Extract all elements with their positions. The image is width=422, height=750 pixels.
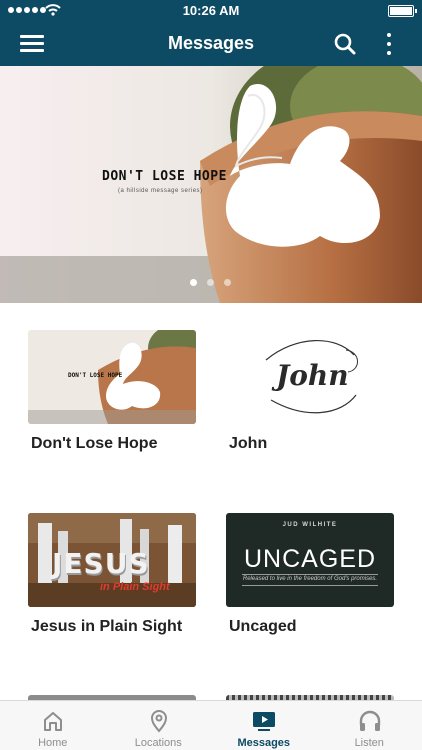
- series-art-text: JESUS: [52, 547, 150, 580]
- series-title: John: [229, 435, 268, 452]
- tab-locations[interactable]: Locations: [106, 701, 212, 750]
- tab-label: Listen: [354, 737, 384, 749]
- series-thumbnail: JESUS in Plain Sight: [28, 513, 196, 607]
- tab-label: Home: [38, 737, 68, 749]
- hero-artwork: [0, 66, 422, 303]
- tab-label: Messages: [237, 737, 291, 749]
- headphones-icon: [359, 710, 380, 731]
- home-icon: [44, 712, 62, 731]
- series-card[interactable]: DON'T LOSE HOPE Don't Lose Hope: [28, 330, 196, 453]
- map-pin-icon: [150, 710, 167, 733]
- series-title: Don't Lose Hope: [31, 435, 158, 452]
- status-bar: 10:26 AM: [0, 0, 422, 22]
- series-thumbnail: John: [226, 330, 394, 424]
- series-title: Uncaged: [229, 618, 297, 635]
- series-art-text: UNCAGED: [243, 545, 376, 573]
- tab-messages[interactable]: Messages: [211, 701, 317, 750]
- hero-subtitle: (a hillside message series): [118, 188, 203, 194]
- more-options-icon[interactable]: [384, 30, 394, 58]
- page-title: Messages: [167, 33, 255, 53]
- search-icon[interactable]: [333, 32, 357, 56]
- series-art-author: JUD WILHITE: [282, 522, 338, 528]
- tv-play-icon: [253, 712, 275, 731]
- carousel-dot[interactable]: [224, 279, 231, 286]
- series-card[interactable]: JUD WILHITE UNCAGED Released to live in …: [226, 513, 394, 636]
- tab-home[interactable]: Home: [0, 701, 106, 750]
- tab-label: Locations: [134, 737, 182, 749]
- tab-bar: Home Locations Messages Listen: [0, 700, 422, 750]
- series-art-text: John: [276, 359, 349, 392]
- series-art-text: DON'T LOSE HOPE: [68, 372, 123, 379]
- divider: [242, 585, 378, 586]
- hero-title: DON'T LOSE HOPE: [102, 169, 227, 184]
- carousel-dots[interactable]: [190, 279, 231, 286]
- divider: [242, 574, 378, 575]
- battery-icon: [388, 5, 417, 17]
- series-card[interactable]: John John: [226, 330, 394, 453]
- series-card[interactable]: JESUS in Plain Sight Jesus in Plain Sigh…: [28, 513, 196, 636]
- status-time: 10:26 AM: [182, 3, 240, 18]
- carousel-dot[interactable]: [190, 279, 197, 286]
- tab-listen[interactable]: Listen: [317, 701, 422, 750]
- series-title: Jesus in Plain Sight: [31, 618, 183, 635]
- series-art-subtitle: in Plain Sight: [100, 581, 170, 593]
- series-thumbnail: JUD WILHITE UNCAGED Released to live in …: [226, 513, 394, 607]
- series-thumbnail: DON'T LOSE HOPE: [28, 330, 196, 424]
- series-art-subtitle: Released to live in the freedom of God's…: [242, 576, 378, 582]
- nav-bar: Messages: [0, 22, 422, 66]
- carousel-dot[interactable]: [207, 279, 214, 286]
- hero-banner[interactable]: DON'T LOSE HOPE (a hillside message seri…: [0, 66, 422, 303]
